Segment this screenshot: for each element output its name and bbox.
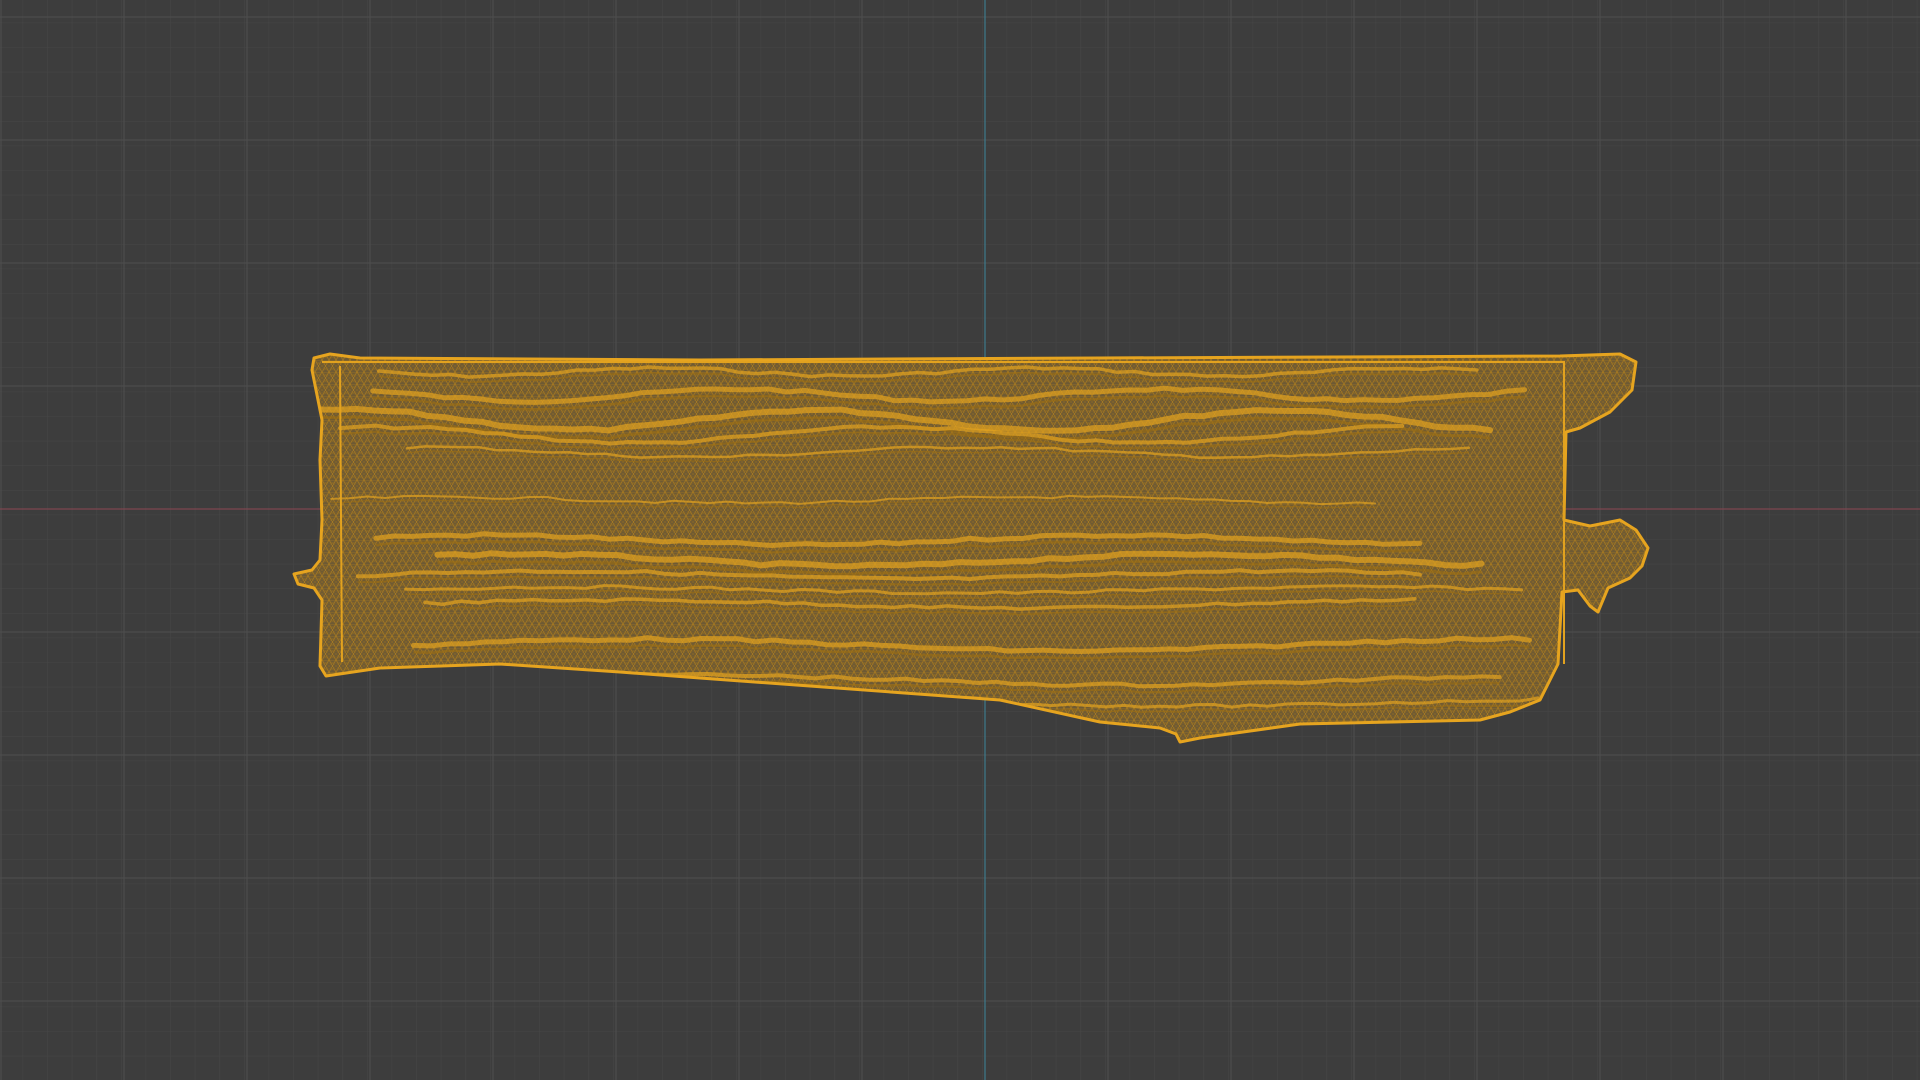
viewport-canvas[interactable] — [0, 0, 1920, 1080]
3d-viewport[interactable] — [0, 0, 1920, 1080]
